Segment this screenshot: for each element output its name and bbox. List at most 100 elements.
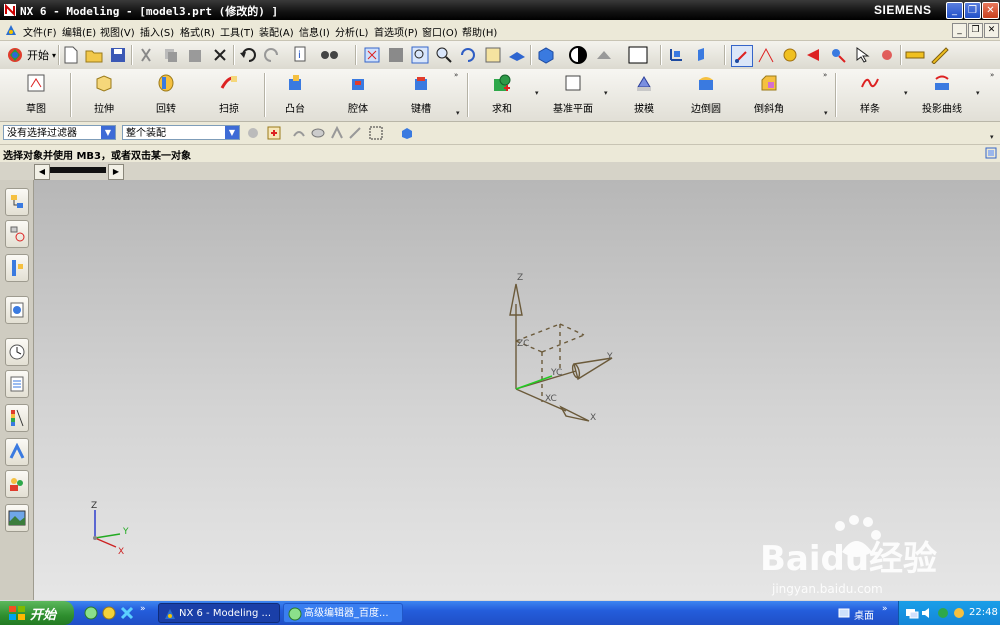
save-icon[interactable]	[108, 45, 128, 65]
select-all-icon[interactable]	[369, 126, 383, 140]
open-icon[interactable]	[84, 45, 104, 65]
part-navigator-tab[interactable]	[5, 254, 29, 282]
task-nx-modeling[interactable]: NX 6 - Modeling ...	[158, 603, 280, 623]
new-icon[interactable]	[61, 45, 81, 65]
delete-icon[interactable]	[210, 45, 230, 65]
show-desktop-icon[interactable]	[84, 606, 98, 620]
work-coordinate-system[interactable]	[509, 283, 613, 422]
roles-tab[interactable]	[5, 470, 29, 498]
chevron-down-icon[interactable]: ▼	[225, 126, 239, 139]
face-rule-icon[interactable]	[310, 126, 326, 140]
datum-icon[interactable]	[694, 45, 714, 65]
tab-scroll-left-button[interactable]: ◀	[34, 164, 50, 180]
dropdown-arrow-icon[interactable]: ▾	[990, 133, 994, 141]
history-tab[interactable]	[5, 338, 29, 366]
mdi-minimize-button[interactable]: _	[952, 23, 967, 38]
menu-view[interactable]: 视图(V)	[100, 24, 135, 39]
reset-filter-icon[interactable]	[246, 126, 260, 140]
nx-app-icon[interactable]	[4, 23, 18, 37]
datum-plane-button[interactable]: 基准平面	[543, 71, 603, 117]
assembly-navigator-tab[interactable]	[5, 188, 29, 216]
fit-icon[interactable]	[362, 45, 382, 65]
graphics-canvas[interactable]: Z Y X ZC YC XC Z Y X Baidu经验 jingyan.bai…	[34, 180, 1000, 600]
dropdown-arrow-icon[interactable]: ▾	[904, 89, 908, 97]
mdi-close-button[interactable]: ✕	[984, 23, 999, 38]
view-orient-icon[interactable]	[536, 45, 556, 65]
graphics-window[interactable]: Z Y X ZC YC XC Z Y X Baidu经验 jingyan.bai…	[34, 180, 1000, 600]
menu-assemblies[interactable]: 装配(A)	[259, 24, 294, 39]
point-icon[interactable]	[804, 45, 824, 65]
mdi-restore-button[interactable]: ❐	[968, 23, 983, 38]
tab-scroll-right-button[interactable]: ▶	[108, 164, 124, 180]
dropdown-arrow-icon[interactable]: ▾	[456, 109, 460, 117]
copy-icon[interactable]	[161, 45, 181, 65]
system-scenes-tab[interactable]	[5, 504, 29, 532]
tab-scroll-track[interactable]	[50, 167, 106, 173]
task-baidu-editor[interactable]: 高级编辑器_百度...	[283, 603, 403, 623]
pocket-button[interactable]: 腔体	[328, 71, 388, 117]
overflow-chevron-icon[interactable]: »	[990, 71, 994, 79]
select-icon[interactable]	[853, 45, 873, 65]
zoom-window-icon[interactable]	[386, 45, 406, 65]
restore-button[interactable]: ❐	[964, 2, 981, 19]
internet-explorer-tab[interactable]	[5, 296, 29, 324]
boss-button[interactable]: 凸台	[265, 71, 325, 117]
sketch-button[interactable]: 草图	[6, 71, 66, 117]
desktop-toolbar-label[interactable]: 桌面	[854, 607, 874, 622]
information-icon[interactable]: i	[290, 45, 310, 65]
quicklaunch-overflow-icon[interactable]: »	[140, 604, 146, 614]
unite-button[interactable]: 求和	[472, 71, 532, 117]
shaded-icon[interactable]	[568, 45, 588, 65]
chamfer-button[interactable]: 倒斜角	[739, 71, 799, 117]
stop-at-intersection-icon[interactable]	[348, 126, 362, 140]
volume-icon[interactable]	[921, 607, 933, 619]
wireframe-icon[interactable]	[594, 45, 614, 65]
measure-icon[interactable]	[905, 45, 925, 65]
cut-icon[interactable]	[136, 45, 156, 65]
find-icon[interactable]	[320, 45, 340, 65]
revolve-button[interactable]: 回转	[136, 71, 196, 117]
select-icon[interactable]	[877, 45, 897, 65]
minimize-button[interactable]: _	[946, 2, 963, 19]
selection-scope-select[interactable]: 整个装配 ▼	[122, 125, 240, 140]
menu-tools[interactable]: 工具(T)	[220, 24, 254, 39]
sweep-button[interactable]: 扫掠	[199, 71, 259, 117]
process-studio-tab[interactable]	[5, 438, 29, 466]
browser-quicklaunch-icon[interactable]	[102, 606, 116, 620]
selection-intent-icon[interactable]	[267, 126, 283, 140]
menu-edit[interactable]: 编辑(E)	[62, 24, 96, 39]
curve-rule-icon[interactable]	[292, 126, 306, 140]
dropdown-arrow-icon[interactable]: ▾	[824, 109, 828, 117]
ruler-icon[interactable]	[930, 45, 950, 65]
network-icon[interactable]	[905, 607, 919, 619]
dropdown-arrow-icon[interactable]: ▾	[604, 89, 608, 97]
chevron-down-icon[interactable]: ▼	[101, 126, 115, 139]
app-quicklaunch-icon[interactable]	[120, 606, 134, 620]
edge-blend-button[interactable]: 边倒圆	[676, 71, 736, 117]
close-button[interactable]: ✕	[982, 2, 999, 19]
menu-insert[interactable]: 插入(S)	[140, 24, 174, 39]
redo-icon[interactable]	[262, 45, 282, 65]
fit-window-icon[interactable]	[985, 147, 997, 159]
csys-icon[interactable]	[666, 45, 686, 65]
snap-icon[interactable]	[731, 45, 753, 67]
menu-format[interactable]: 格式(R)	[180, 24, 215, 39]
rotate-icon[interactable]	[458, 45, 478, 65]
menu-help[interactable]: 帮助(H)	[462, 24, 497, 39]
reuse-library-tab[interactable]	[5, 370, 29, 398]
constraint-navigator-tab[interactable]	[5, 220, 29, 248]
point-icon[interactable]	[828, 45, 848, 65]
menu-window[interactable]: 窗口(O)	[422, 24, 458, 39]
extrude-button[interactable]: 拉伸	[74, 71, 134, 117]
draft-button[interactable]: 拔模	[614, 71, 674, 117]
spline-button[interactable]: 样条	[840, 71, 900, 117]
background-icon[interactable]	[628, 45, 648, 65]
start-button[interactable]: 开始	[0, 601, 74, 625]
menu-information[interactable]: 信息(I)	[299, 24, 330, 39]
dropdown-arrow-icon[interactable]: ▾	[535, 89, 539, 97]
undo-icon[interactable]	[238, 45, 258, 65]
point-icon[interactable]	[780, 45, 800, 65]
pan-icon[interactable]	[483, 45, 503, 65]
overflow-chevron-icon[interactable]: »	[454, 71, 458, 79]
point-icon[interactable]	[756, 45, 776, 65]
